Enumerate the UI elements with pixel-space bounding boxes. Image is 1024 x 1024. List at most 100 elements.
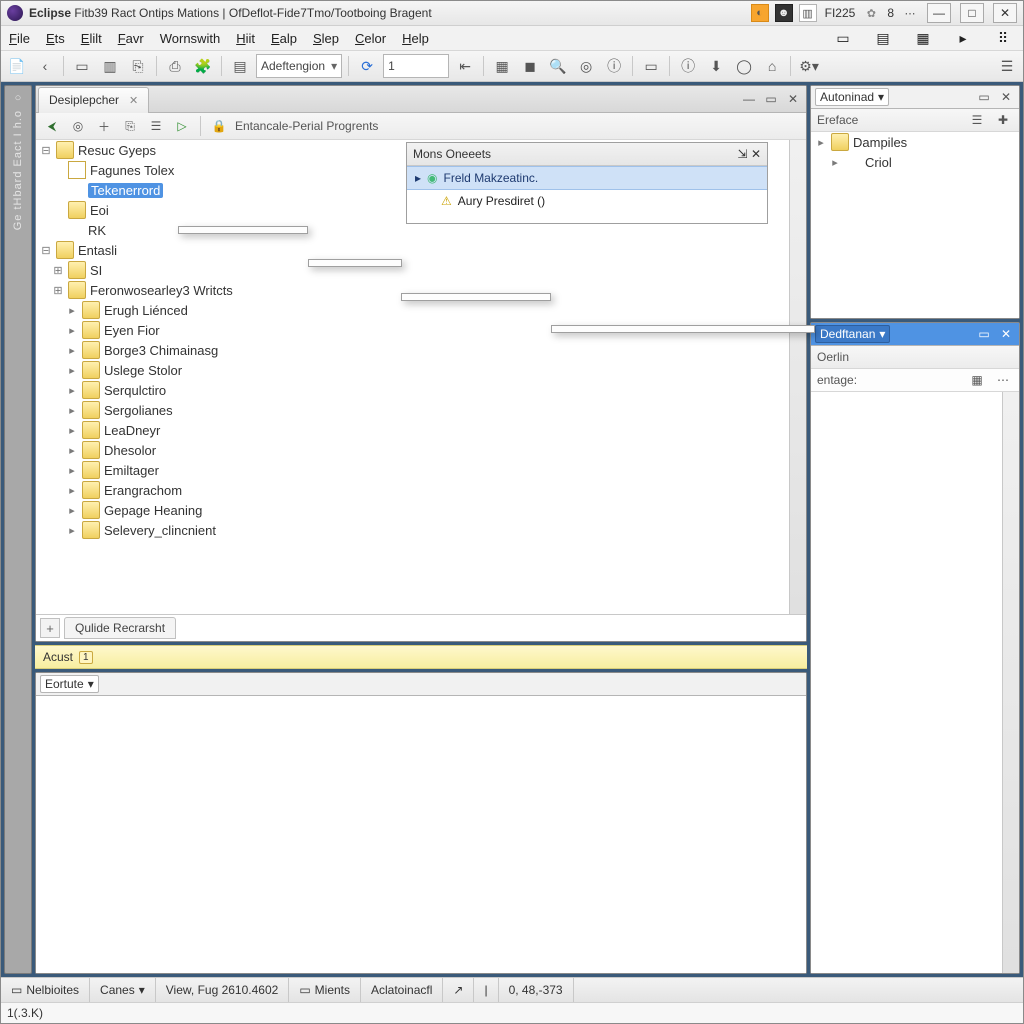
explorer-min-icon[interactable]: — <box>740 90 758 108</box>
toolbar-target-icon[interactable]: ◎ <box>574 54 598 78</box>
target-icon[interactable]: ◎ <box>68 116 88 136</box>
menu-favr[interactable]: Favr <box>118 31 144 46</box>
editor-tab[interactable]: Qulide Recrarsht <box>64 617 176 639</box>
toolbar-ring-icon[interactable]: ◯ <box>732 54 756 78</box>
right-a-close-icon[interactable]: ✕ <box>997 88 1015 106</box>
tray-icon-3[interactable]: ▥ <box>799 4 817 22</box>
toolbar-debug-icon[interactable]: 🧩 <box>191 54 215 78</box>
toolbar-print-icon[interactable]: ⎙ <box>163 54 187 78</box>
toolbar-back-icon[interactable]: ‹ <box>33 54 57 78</box>
filter-icon[interactable]: ☰ <box>967 110 987 130</box>
right-b-menu-icon[interactable]: ⋯ <box>993 370 1013 390</box>
toolbar-persp-icon[interactable]: ☰ <box>995 54 1019 78</box>
console-tab[interactable]: Eortute▾ <box>40 675 99 693</box>
maximize-button[interactable]: □ <box>960 3 984 23</box>
toolbar-box2-icon[interactable]: ◼ <box>518 54 542 78</box>
context-menu-3[interactable] <box>401 293 551 301</box>
minimize-button[interactable]: — <box>927 3 951 23</box>
tree-row[interactable]: ▸Selevery_clincnient <box>36 520 789 540</box>
left-rail[interactable]: ○ Ge tHbard Eact I h.o <box>4 85 32 974</box>
context-menu-2[interactable] <box>308 259 402 267</box>
tree-row[interactable]: ▸LeaDneyr <box>36 420 789 440</box>
explorer-tab[interactable]: Desiplepcher✕ <box>38 87 149 113</box>
menu-hiit[interactable]: Hiit <box>236 31 255 46</box>
menubar-icon-2[interactable]: ▤ <box>871 26 895 50</box>
tree-row[interactable]: ▸Erangrachom <box>36 480 789 500</box>
tree-row[interactable]: ⊞SI <box>36 260 789 280</box>
explorer-scrollbar[interactable] <box>789 140 806 614</box>
tray-icon-2[interactable]: ☻ <box>775 4 793 22</box>
right-b-scrollbar[interactable] <box>1002 392 1019 973</box>
mons-row-selected[interactable]: ▸◉ Freld Makzeatinc. <box>407 166 767 190</box>
lock-icon[interactable]: 🔒 <box>209 116 229 136</box>
toolbar-search-icon[interactable]: 🔍 <box>546 54 570 78</box>
toolbar-gear-icon[interactable]: ⚙▾ <box>797 54 821 78</box>
right-b-tree[interactable] <box>811 392 1002 973</box>
toolbar-key-icon[interactable]: ⌂ <box>760 54 784 78</box>
toolbar-field-1[interactable]: 1 <box>383 54 449 78</box>
breadcrumb[interactable]: Acust 1 <box>35 645 807 669</box>
mons-row-2[interactable]: ⚠Aury Presdiret () <box>407 190 767 212</box>
tree-row[interactable]: ▸Criol <box>811 152 1019 172</box>
status-cell-4[interactable]: ▭ Mients <box>289 978 361 1002</box>
status-cell-1[interactable]: ▭ Nelbioites <box>1 978 90 1002</box>
toolbar-info-icon[interactable]: ⓘ <box>676 54 700 78</box>
new-tab-button[interactable]: + <box>40 618 60 638</box>
gear-icon[interactable]: ✚ <box>993 110 1013 130</box>
toolbar-down-icon[interactable]: ⬇ <box>704 54 728 78</box>
tray-icon-1[interactable]: ◐ <box>751 4 769 22</box>
toolbar-open-icon[interactable]: ▭ <box>70 54 94 78</box>
menu-slep[interactable]: Slep <box>313 31 339 46</box>
toolbar-tag-icon[interactable]: ▭ <box>639 54 663 78</box>
tree-row[interactable]: ▸Uslege Stolor <box>36 360 789 380</box>
tree-row[interactable]: ▸Sergolianes <box>36 400 789 420</box>
toolbar-refresh-icon[interactable]: ⟳ <box>355 54 379 78</box>
print-icon[interactable]: ⎘ <box>120 116 140 136</box>
tree-row[interactable]: ▸Dampiles <box>811 132 1019 152</box>
tree-row[interactable]: ▸Gepage Heaning <box>36 500 789 520</box>
tree-row[interactable]: ▸Dhesolor <box>36 440 789 460</box>
status-cell-2[interactable]: Canes ▾ <box>90 978 156 1002</box>
menu-celor[interactable]: Celor <box>355 31 386 46</box>
list-icon[interactable]: ☰ <box>146 116 166 136</box>
tree-row[interactable]: ⊟Entasli <box>36 240 789 260</box>
tree-row[interactable]: ▸Serqulctiro <box>36 380 789 400</box>
close-icon[interactable]: ✕ <box>129 94 138 107</box>
right-a-max-icon[interactable]: ▭ <box>975 88 993 106</box>
menubar-icon-4[interactable]: ▸ <box>951 26 975 50</box>
menu-wornswith[interactable]: Wornswith <box>160 31 220 46</box>
explorer-max-icon[interactable]: ▭ <box>762 90 780 108</box>
pin-icon[interactable]: ⇲ <box>738 147 748 161</box>
console-output[interactable] <box>36 696 806 973</box>
tree-row[interactable]: ▸Borge3 Chimainasg <box>36 340 789 360</box>
status-cell-6[interactable]: ↗ <box>443 978 474 1002</box>
explorer-close-icon[interactable]: ✕ <box>784 90 802 108</box>
toolbar-saveall-icon[interactable]: ⎘ <box>126 54 150 78</box>
toolbar-save-icon[interactable]: ▥ <box>98 54 122 78</box>
toolbar-combo-1[interactable]: Adeftengion▾ <box>256 54 342 78</box>
toolbar-stepback-icon[interactable]: ⇤ <box>453 54 477 78</box>
menu-help[interactable]: Help <box>402 31 429 46</box>
right-b-grid-icon[interactable]: ▦ <box>967 370 987 390</box>
panel-close-icon[interactable]: ✕ <box>751 147 761 161</box>
right-a-tree[interactable]: ▸Dampiles▸Criol <box>811 132 1019 318</box>
menu-ealp[interactable]: Ealp <box>271 31 297 46</box>
add-icon[interactable]: ＋ <box>94 116 114 136</box>
right-b-close-icon[interactable]: ✕ <box>997 325 1015 343</box>
tree-row[interactable]: ▸Emiltager <box>36 460 789 480</box>
context-menu-1[interactable] <box>178 226 308 234</box>
menubar-icon-3[interactable]: ▦ <box>911 26 935 50</box>
toolbar-new-icon[interactable]: 📄 <box>5 54 29 78</box>
tree-row[interactable]: ▸Erugh Liénced <box>36 300 789 320</box>
right-b-tab[interactable]: Dedftanan▾ <box>815 325 890 343</box>
menubar-icon-5[interactable]: ⠿ <box>991 26 1015 50</box>
menu-file[interactable]: File <box>9 31 30 46</box>
toolbar-book-icon[interactable]: ▤ <box>228 54 252 78</box>
back-icon[interactable]: ⮜ <box>42 116 62 136</box>
right-b-max-icon[interactable]: ▭ <box>975 325 993 343</box>
context-menu-4[interactable] <box>551 325 815 333</box>
right-a-tab[interactable]: Autoninad▾ <box>815 88 889 106</box>
play-icon[interactable]: ▷ <box>172 116 192 136</box>
menu-elilt[interactable]: Elilt <box>81 31 102 46</box>
close-button[interactable]: ✕ <box>993 3 1017 23</box>
